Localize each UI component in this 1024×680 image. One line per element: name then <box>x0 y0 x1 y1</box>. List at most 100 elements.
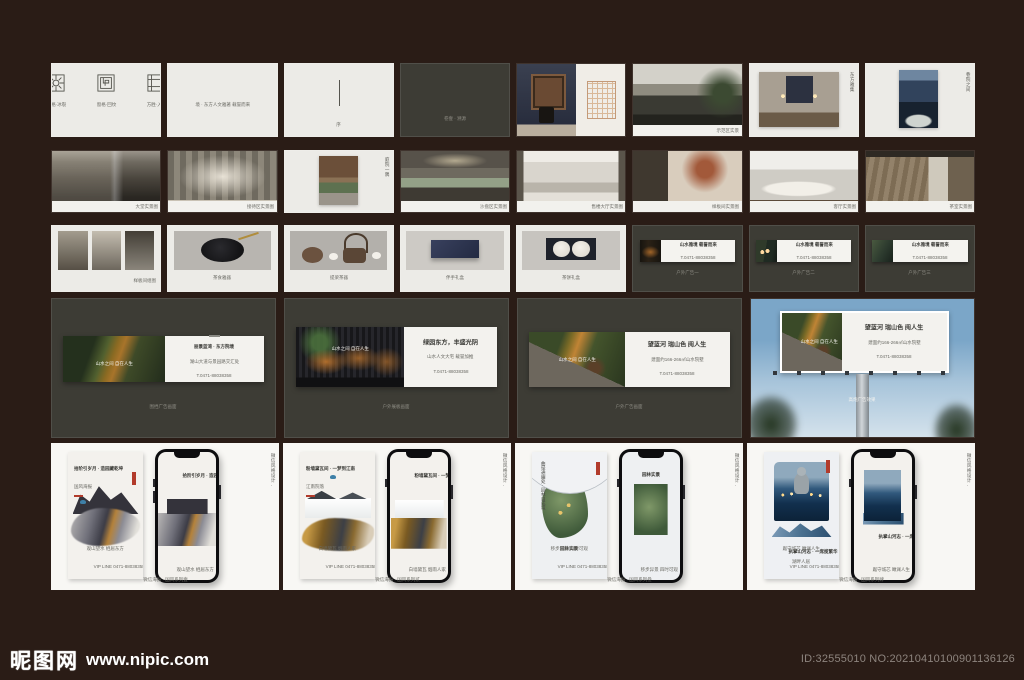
ad-headline: 望蓝河 瑞山色 阅人生 <box>865 323 924 331</box>
tea-cup <box>328 253 338 261</box>
poster-jiangnan-houses: 粉墙黛瓦间 · 一梦到江南 江南院落 白墙黛瓦 烟雨人家 VIP LINE 04… <box>300 452 375 579</box>
board-banner: 山水之间 自在人生 绿园东方，丰盛光阴 山水人文大宅 载誉加推 T.0471-8… <box>296 326 497 388</box>
project-name: 丽景蓝湾 · 东方院境 <box>194 344 235 350</box>
photo-caption: 示范区实景 <box>716 127 740 133</box>
artifact-photo <box>517 64 577 136</box>
ad-label: 山水雅境 载誉而来 T.0471-88038358 <box>776 240 852 263</box>
volume-button <box>385 479 387 487</box>
collage-photo <box>91 231 121 271</box>
tea-cake-disc <box>552 241 570 258</box>
project-address: 湖山大道与景园路交汇处 <box>189 358 240 364</box>
panel-caption: 微信海报 · 国风系列叁 <box>606 576 652 582</box>
nipic-logo: 昵图网 <box>10 650 79 673</box>
blue-bird-icon <box>80 500 86 505</box>
board-caption: 围挡广告画面 <box>149 403 177 409</box>
photo-caption: 样板间组图 <box>133 277 156 283</box>
chair-silhouette <box>539 107 554 124</box>
screen-title: 园林实景 <box>641 471 660 477</box>
courtyard-corner-photo <box>319 155 359 205</box>
seal-icon <box>596 462 601 476</box>
phone-screen: 拾阶引岁月 · 造园藏乾坤 观山望水 栖居东方 <box>158 452 216 580</box>
lattice-maze-icon <box>97 74 115 92</box>
gold-chopsticks <box>238 231 260 241</box>
night-waterfront-photo <box>773 462 830 521</box>
panel-side-note: 微信风格设计 . <box>270 453 276 487</box>
board-banner: 山水之间 自在人生 丽景蓝湾 · 东方院境 湖山大道与景园路交汇处 T.0471… <box>63 335 264 382</box>
ad-phone: T.0471-88038358 <box>680 255 716 261</box>
ad-subline: 建面约166-266㎡山水院墅 <box>868 339 921 345</box>
banner-label: 望蓝河 瑞山色 阅人生 建面约166-266㎡山水院墅 T.0471-88038… <box>624 332 730 388</box>
panel-side-note: 微信风格设计 . <box>734 453 740 487</box>
card-hoarding-2: 山水之间 自在人生 绿园东方，丰盛光阴 山水人文大宅 载誉加推 T.0471-8… <box>284 298 509 438</box>
alley-photo <box>899 70 939 129</box>
card-hall: 售楼大厅实景图 <box>516 150 627 213</box>
wall-panel <box>785 76 813 103</box>
ad-headline: 山水雅境 载誉而来 <box>795 241 833 247</box>
ad-photo <box>639 240 661 263</box>
card-tea-cakes: 茶饼礼盒 <box>516 225 627 292</box>
project-phone: T.0471-88038358 <box>196 373 232 379</box>
lattice-sketch-page <box>576 64 626 136</box>
poster-lion-night: 执掌山河志 · 一席揽繁华 湖畔人居 踞守城芯 瞰澜人生 VIP LINE 04… <box>764 452 839 579</box>
tea-cake-disc <box>572 241 590 258</box>
collage-photo <box>124 231 154 271</box>
photo-caption: 茶饼礼盒 <box>562 275 581 281</box>
lattice-label: 窗格·冰裂 <box>51 101 66 107</box>
card-room-collage: 样板间组图 <box>51 225 162 292</box>
card-tea-room: 茶室实景图 <box>864 150 975 213</box>
tea-plate-photo <box>173 230 272 270</box>
row-product-pages: 样板间组图 茶食雅器 提梁茶器 伴手礼盒 茶饼礼盒 山水雅境 载誉而来 T.04… <box>51 225 975 292</box>
poster-title: 曲径通幽处 · 园林自成境 <box>540 460 545 510</box>
ad-label: 山水雅境 载誉而来 T.0471-88038358 <box>893 240 968 263</box>
photo-caption: 伴手礼盒 <box>445 275 464 281</box>
phone-screen: 园林实景 移步异景 四时可观 <box>622 452 680 580</box>
board-banner: 山水之间 自在人生 望蓝河 瑞山色 阅人生 建面约166-266㎡山水院墅 T.… <box>529 332 730 388</box>
lattice-flower-icon <box>52 74 65 92</box>
card-bedroom: 样板间实景图 <box>632 150 743 213</box>
ad-subline: 建面约166-266㎡山水院墅 <box>651 356 704 362</box>
white-houses-art <box>304 490 371 519</box>
ad-caption: 户外广告一 <box>676 269 699 275</box>
black-plate <box>200 237 244 262</box>
gift-box-photo <box>406 230 504 270</box>
panel-poster-4: 执掌山河志 · 一席揽繁华 湖畔人居 踞守城芯 瞰澜人生 VIP LINE 04… <box>747 443 975 590</box>
phone-notch <box>406 452 432 458</box>
ad-caption: 户外广告三 <box>908 269 932 275</box>
panel-caption: 微信海报 · 国风系列贰 <box>374 576 420 582</box>
divider-line <box>338 80 340 106</box>
image-id-text: ID:32555010 NO:20210410100901136126 <box>800 653 1015 665</box>
poster-subtitle: 国风海报 <box>74 484 93 490</box>
card-intro-text: 境 · 东方人文雅著 载誉而来 <box>167 63 278 137</box>
lattice-sketch <box>586 81 617 120</box>
intro-line: 境 · 东方人文雅著 载誉而来 <box>195 101 251 107</box>
volume-button <box>617 479 619 487</box>
card-outdoor-ad-2: 山水雅境 载誉而来 T.0471-88038358 户外广告二 <box>748 225 859 292</box>
carved-screen-art <box>531 74 566 110</box>
panel-poster-1: 拾阶引岁月 · 造园藏乾坤 国风海报 观山望水 栖居东方 VIP LINE 04… <box>51 443 279 590</box>
photo-caption: 茶室实景图 <box>949 203 972 209</box>
board-caption: 户外广告画面 <box>615 403 643 409</box>
phone-notch <box>174 452 200 458</box>
photo-slogan: 山水之间 自在人生 <box>331 345 369 351</box>
card-chapter-dark: 卷壹 · 溯源 <box>399 63 510 137</box>
tea-set-photo <box>289 230 388 270</box>
red-accent <box>74 495 83 498</box>
photo-slogan: 山水之间 自在人生 <box>95 360 133 366</box>
card-divider-page: 序 <box>283 63 394 137</box>
banner-photo: 山水之间 自在人生 <box>63 336 165 382</box>
banner-photo: 山水之间 自在人生 <box>296 326 405 388</box>
phone-mockup: 拾阶引岁月 · 造园藏乾坤 观山望水 栖居东方 <box>153 449 221 583</box>
panel-caption: 微信海报 · 国风系列壹 <box>142 576 188 582</box>
volume-button <box>153 479 155 487</box>
ad-photo <box>755 240 777 263</box>
poster-footer: 踞守城芯 瞰澜人生 <box>782 545 821 551</box>
collage-photo <box>58 231 88 271</box>
panel-poster-3: 曲径通幽处 · 园林自成境 园林实景 移步异景 四时可观 VIP LINE 04… <box>515 443 743 590</box>
card-reception: 接待区实景图 <box>167 150 278 213</box>
card-tea-plate: 茶食雅器 <box>167 225 278 292</box>
photo-caption: 沙盘区实景图 <box>479 203 507 209</box>
row-interior-pages: 大堂实景图 接待区实景图 庭院一隅 沙盘区实景图 售楼大厅实景图 样板间实景图 … <box>51 150 975 213</box>
photo-slogan: 山水之间 自在人生 <box>800 338 838 344</box>
billboard-frame: 山水之间 自在人生 望蓝河 瑞山色 阅人生 建面约166-266㎡山水院墅 T.… <box>779 311 949 374</box>
ad-caption: 户外广告二 <box>792 269 815 275</box>
